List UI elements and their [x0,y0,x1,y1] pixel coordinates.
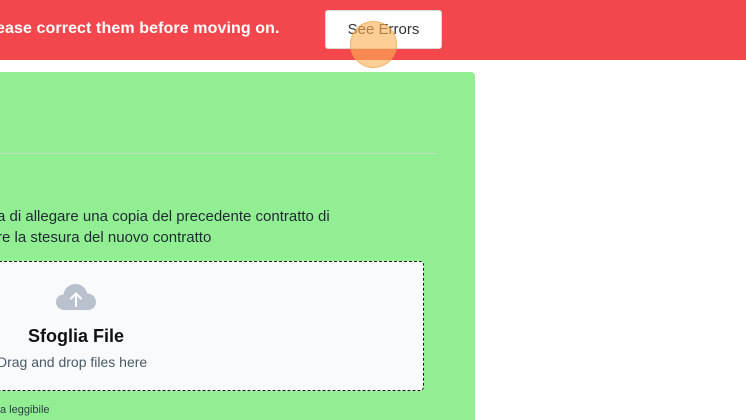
drag-drop-hint: Drag and drop files here [0,354,148,370]
browse-files-label[interactable]: Sfoglia File [28,326,124,347]
see-errors-button[interactable]: See Errors [325,10,442,49]
section-divider [0,153,437,154]
error-message: ease correct them before moving on. [0,20,280,37]
page: ease correct them before moving on. See … [0,0,746,420]
instruction-line-2: re la stesura del nuovo contratto [0,229,212,246]
upload-instructions: a di allegare una copia del precedente c… [0,206,427,248]
cloud-upload-icon [56,284,96,310]
error-banner: ease correct them before moving on. See … [0,0,746,60]
instruction-line-1: a di allegare una copia del precedente c… [0,208,330,225]
legibility-note: a leggibile [0,404,50,416]
